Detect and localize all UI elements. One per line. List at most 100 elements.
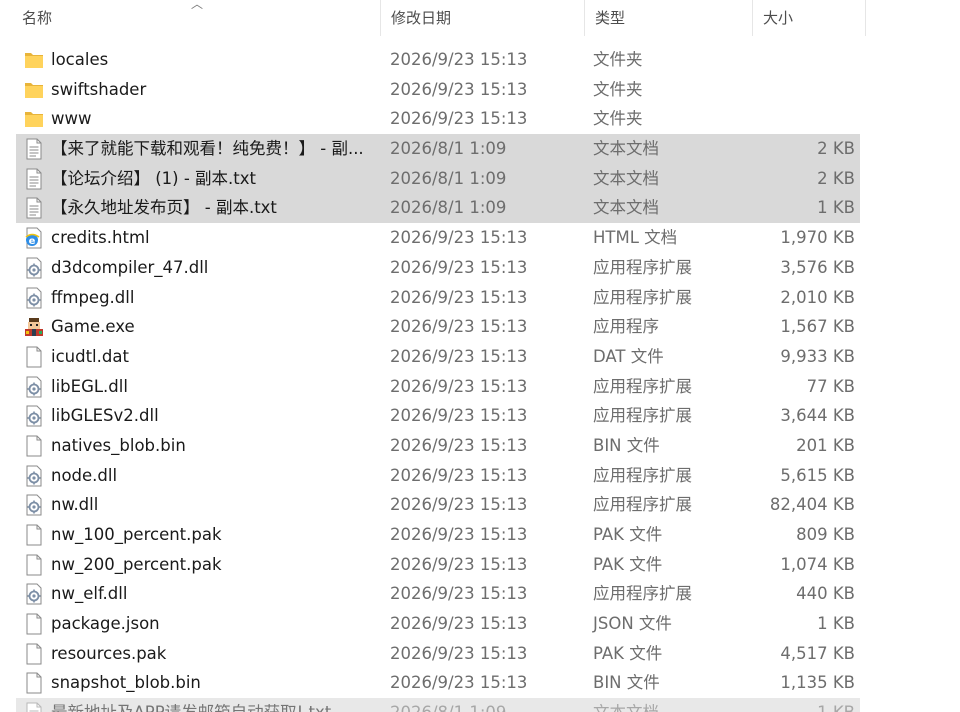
- text-file-icon: [24, 197, 44, 219]
- file-date-modified: 2026/8/1 1:09: [390, 198, 507, 218]
- file-size: 5,615 KB: [780, 465, 855, 485]
- file-date-modified: 2026/9/23 15:13: [390, 554, 528, 574]
- file-date-modified: 2026/9/23 15:13: [390, 287, 528, 307]
- file-row[interactable]: e credits.html 2026/9/23 15:13 HTML 文档 1,970…: [0, 223, 960, 253]
- blank-file-icon: [24, 643, 44, 665]
- file-date-modified: 2026/8/1 1:09: [390, 698, 506, 712]
- dll-file-icon: [24, 287, 44, 309]
- column-header-date-modified[interactable]: 修改日期: [380, 0, 584, 36]
- file-date-modified: 2026/9/23 15:13: [390, 406, 528, 426]
- file-date-modified: 2026/9/23 15:13: [390, 228, 528, 248]
- file-size: 1,074 KB: [780, 554, 855, 574]
- file-row[interactable]: nw_elf.dll 2026/9/23 15:13 应用程序扩展 440 KB: [0, 579, 960, 609]
- folder-icon: [24, 49, 44, 71]
- file-type: 应用程序扩展: [593, 465, 692, 485]
- file-type: 应用程序扩展: [593, 584, 692, 604]
- file-name: d3dcompiler_47.dll: [51, 257, 209, 277]
- file-type: 文件夹: [593, 109, 643, 129]
- column-header-bar: ︿ 名称 修改日期 类型 大小: [0, 0, 960, 36]
- file-row[interactable]: locales 2026/9/23 15:13 文件夹: [0, 45, 960, 75]
- file-row[interactable]: libGLESv2.dll 2026/9/23 15:13 应用程序扩展 3,644 …: [0, 401, 960, 431]
- file-type: PAK 文件: [593, 525, 663, 544]
- file-name: natives_blob.bin: [51, 435, 186, 455]
- file-type: 文本文档: [593, 139, 659, 159]
- text-file-icon: [24, 702, 44, 712]
- file-date-modified: 2026/9/23 15:13: [390, 79, 528, 99]
- file-row[interactable]: resources.pak 2026/9/23 15:13 PAK 文件 4,517 …: [0, 639, 960, 669]
- game-exe-icon: [24, 316, 44, 338]
- file-row[interactable]: 最新地址及APP请发邮箱自动获取!.txt 2026/8/1 1:09 文本文档 1 …: [0, 698, 960, 712]
- file-row[interactable]: nw_100_percent.pak 2026/9/23 15:13 PAK 文件 8…: [0, 520, 960, 550]
- file-size: 1 KB: [817, 198, 855, 218]
- file-size: 3,576 KB: [780, 257, 855, 277]
- file-row[interactable]: snapshot_blob.bin 2026/9/23 15:13 BIN 文件 1,…: [0, 668, 960, 698]
- file-date-modified: 2026/9/23 15:13: [390, 435, 528, 455]
- blank-file-icon: [24, 346, 44, 368]
- file-type: 文件夹: [593, 50, 643, 69]
- file-row[interactable]: nw_200_percent.pak 2026/9/23 15:13 PAK 文件 1…: [0, 550, 960, 580]
- file-date-modified: 2026/9/23 15:13: [390, 317, 528, 337]
- file-list: locales 2026/9/23 15:13 文件夹 swiftshader 2026…: [0, 45, 960, 712]
- file-row[interactable]: 【来了就能下载和观看！纯免费！】 - 副... 2026/8/1 1:09 文本文档…: [0, 134, 960, 164]
- file-date-modified: 2026/9/23 15:13: [390, 525, 528, 544]
- file-row[interactable]: libEGL.dll 2026/9/23 15:13 应用程序扩展 77 KB: [0, 372, 960, 402]
- file-date-modified: 2026/9/23 15:13: [390, 376, 528, 396]
- column-header-name[interactable]: 名称: [12, 0, 380, 36]
- file-size: 2,010 KB: [780, 287, 855, 307]
- file-type: 应用程序扩展: [593, 287, 692, 307]
- file-name: nw.dll: [51, 495, 99, 515]
- file-row[interactable]: 【论坛介绍】 (1) - 副本.txt 2026/8/1 1:09 文本文档 2 KB: [0, 163, 960, 194]
- dll-file-icon: [24, 405, 44, 427]
- column-header-type[interactable]: 类型: [584, 0, 752, 36]
- file-row[interactable]: package.json 2026/9/23 15:13 JSON 文件 1 KB: [0, 609, 960, 639]
- file-date-modified: 2026/9/23 15:13: [390, 465, 528, 485]
- file-size: 201 KB: [796, 435, 855, 455]
- file-size: 82,404 KB: [769, 495, 855, 515]
- file-type: 文本文档: [593, 168, 659, 188]
- file-date-modified: 2026/8/1 1:09: [390, 168, 507, 188]
- blank-file-icon: [24, 435, 44, 457]
- file-name: 【永久地址发布页】 - 副本.txt: [51, 198, 277, 218]
- file-type: 应用程序: [593, 317, 659, 337]
- file-type: 应用程序扩展: [593, 495, 692, 515]
- column-header-size[interactable]: 大小: [752, 0, 866, 36]
- file-name: icudtl.dat: [51, 346, 129, 366]
- file-name: snapshot_blob.bin: [51, 673, 201, 693]
- folder-icon: [24, 79, 44, 101]
- dll-file-icon: [24, 376, 44, 398]
- file-name: node.dll: [51, 465, 118, 485]
- text-file-icon: [24, 168, 44, 190]
- file-row[interactable]: swiftshader 2026/9/23 15:13 文件夹: [0, 75, 960, 105]
- file-size: 809 KB: [796, 525, 855, 544]
- svg-text:e: e: [29, 236, 36, 247]
- file-size: 1,567 KB: [780, 317, 855, 337]
- file-row[interactable]: Game.exe 2026/9/23 15:13 应用程序 1,567 KB: [0, 312, 960, 342]
- file-type: 文件夹: [593, 79, 643, 99]
- file-type: BIN 文件: [593, 435, 660, 455]
- file-row[interactable]: d3dcompiler_47.dll 2026/9/23 15:13 应用程序扩展 3…: [0, 253, 960, 283]
- file-size: 9,933 KB: [780, 346, 855, 366]
- dll-file-icon: [24, 257, 44, 279]
- file-type: HTML 文档: [593, 228, 678, 248]
- folder-icon: [24, 108, 44, 130]
- blank-file-icon: [24, 554, 44, 576]
- file-size: 440 KB: [796, 584, 855, 604]
- file-row[interactable]: ffmpeg.dll 2026/9/23 15:13 应用程序扩展 2,010 KB: [0, 283, 960, 313]
- file-size: 3,644 KB: [780, 406, 855, 426]
- file-name: swiftshader: [51, 79, 147, 99]
- file-type: 文本文档: [593, 198, 659, 218]
- file-name: libEGL.dll: [51, 376, 128, 396]
- file-type: JSON 文件: [593, 614, 672, 634]
- file-row[interactable]: node.dll 2026/9/23 15:13 应用程序扩展 5,615 KB: [0, 461, 960, 491]
- file-row[interactable]: 【永久地址发布页】 - 副本.txt 2026/8/1 1:09 文本文档 1 KB: [0, 193, 960, 224]
- file-date-modified: 2026/9/23 15:13: [390, 346, 528, 366]
- dll-file-icon: [24, 583, 44, 605]
- file-type: BIN 文件: [593, 673, 660, 693]
- file-row[interactable]: icudtl.dat 2026/9/23 15:13 DAT 文件 9,933 KB: [0, 342, 960, 372]
- file-name: libGLESv2.dll: [51, 406, 159, 426]
- file-row[interactable]: nw.dll 2026/9/23 15:13 应用程序扩展 82,404 KB: [0, 490, 960, 520]
- file-size: 2 KB: [817, 139, 855, 159]
- file-row[interactable]: www 2026/9/23 15:13 文件夹: [0, 104, 960, 134]
- file-row[interactable]: natives_blob.bin 2026/9/23 15:13 BIN 文件 201…: [0, 431, 960, 461]
- file-date-modified: 2026/9/23 15:13: [390, 495, 528, 515]
